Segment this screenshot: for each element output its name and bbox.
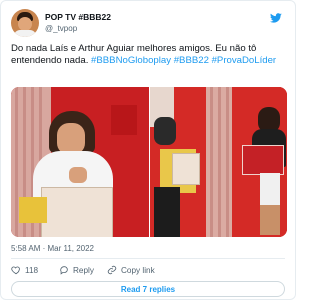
author-name[interactable]: POP TV #BBB22 bbox=[45, 12, 111, 22]
hashtag-link[interactable]: #BBB22 bbox=[174, 55, 209, 66]
heart-icon bbox=[11, 266, 20, 275]
twitter-bird-icon[interactable] bbox=[269, 12, 283, 24]
author-handle[interactable]: @_tvpop bbox=[45, 24, 77, 33]
like-count: 118 bbox=[25, 265, 39, 275]
read-replies-button[interactable]: Read 7 replies bbox=[11, 281, 285, 297]
media-frame-right[interactable] bbox=[150, 87, 287, 237]
divider bbox=[11, 258, 285, 259]
hashtag-link[interactable]: #ProvaDoLíder bbox=[212, 55, 277, 66]
tweet-card: POP TV #BBB22 @_tvpop Do nada Laís e Art… bbox=[0, 0, 296, 300]
tweet-text: Do nada Laís e Arthur Aguiar melhores am… bbox=[11, 43, 287, 67]
hashtag-link[interactable]: #BBBNoGloboplay bbox=[91, 55, 171, 66]
media-frame-left[interactable] bbox=[11, 87, 149, 237]
tweet-header: POP TV #BBB22 @_tvpop bbox=[11, 9, 285, 39]
reply-button[interactable]: Reply bbox=[59, 265, 94, 275]
reply-icon bbox=[60, 266, 68, 275]
copy-link-label: Copy link bbox=[121, 265, 155, 275]
tweet-media[interactable] bbox=[11, 87, 287, 237]
tweet-timestamp[interactable]: 5:58 AM · Mar 11, 2022 bbox=[11, 244, 94, 253]
like-button[interactable]: 118 bbox=[11, 265, 38, 275]
avatar[interactable] bbox=[11, 9, 39, 37]
copy-link-button[interactable]: Copy link bbox=[107, 265, 155, 275]
link-icon bbox=[107, 265, 117, 275]
reply-label: Reply bbox=[73, 265, 94, 275]
